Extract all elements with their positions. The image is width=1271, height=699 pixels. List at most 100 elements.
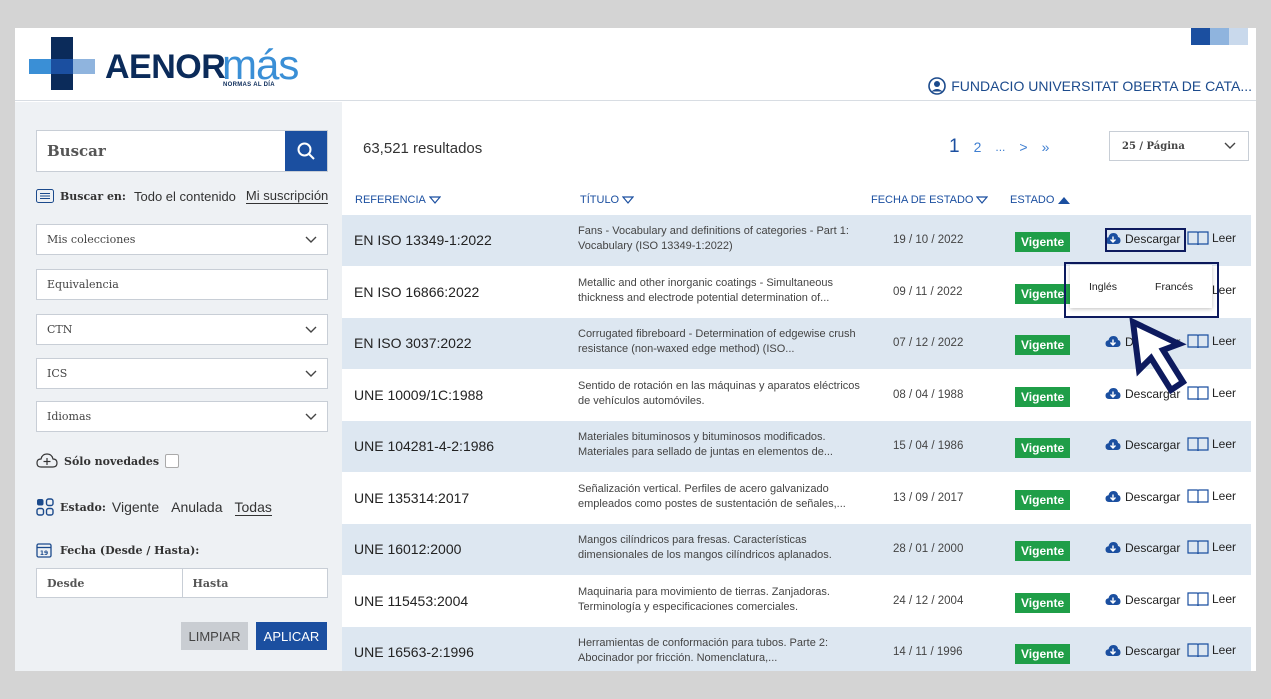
scope-my-subscription[interactable]: Mi suscripción xyxy=(245,188,329,204)
row-title[interactable]: Herramientas de conformación para tubos.… xyxy=(578,636,868,666)
read-label: Leer xyxy=(1212,437,1237,451)
status-option-vigente[interactable]: Vigente xyxy=(112,499,159,515)
sort-down-icon xyxy=(976,196,989,204)
col-title[interactable]: TÍTULO xyxy=(580,194,635,206)
row-date: 07 / 12 / 2022 xyxy=(893,337,964,349)
row-title[interactable]: Maquinaria para movimiento de tierras. Z… xyxy=(578,585,868,615)
select-ics-label: ICS xyxy=(47,367,68,380)
corner-decoration xyxy=(1191,28,1248,45)
row-reference[interactable]: EN ISO 13349-1:2022 xyxy=(354,232,492,248)
row-reference[interactable]: EN ISO 3037:2022 xyxy=(354,335,472,351)
read-button[interactable]: Leer xyxy=(1187,591,1236,607)
header: AENOR más NORMAS AL DÍA FUNDACIO UNIVERS… xyxy=(15,28,1256,101)
row-reference[interactable]: UNE 115453:2004 xyxy=(354,593,468,609)
row-title[interactable]: Metallic and other inorganic coatings - … xyxy=(578,276,868,306)
read-label: Leer xyxy=(1212,591,1237,606)
select-ctn-label: CTN xyxy=(47,323,73,336)
read-button[interactable]: Leer xyxy=(1187,539,1236,555)
download-button[interactable]: Descargar xyxy=(1105,438,1180,452)
download-button[interactable]: Descargar xyxy=(1105,593,1180,607)
row-date: 19 / 10 / 2022 xyxy=(893,234,964,246)
equivalence-label: Equivalencia xyxy=(47,278,119,291)
per-page-select[interactable]: 25 / Página xyxy=(1109,131,1249,161)
row-title[interactable]: Fans - Vocabulary and definitions of cat… xyxy=(578,224,868,254)
row-reference[interactable]: EN ISO 16866:2022 xyxy=(354,284,479,300)
page-1[interactable]: 1 xyxy=(949,136,960,158)
download-label: Descargar xyxy=(1125,541,1181,555)
read-label: Leer xyxy=(1212,540,1237,554)
row-reference[interactable]: UNE 16012:2000 xyxy=(354,541,461,557)
download-label: Descargar xyxy=(1125,592,1181,607)
status-option-anulada[interactable]: Anulada xyxy=(171,499,222,515)
news-only-filter: Sólo novedades xyxy=(36,452,180,470)
apply-button[interactable]: APLICAR xyxy=(256,622,327,650)
status-badge: Vigente xyxy=(1015,232,1071,252)
chevron-down-icon xyxy=(305,413,317,420)
date-to-input[interactable]: Hasta xyxy=(182,568,328,598)
download-button[interactable]: Descargar xyxy=(1105,541,1180,555)
download-button[interactable]: Descargar xyxy=(1105,644,1180,658)
read-button[interactable]: Leer xyxy=(1187,436,1236,452)
select-languages[interactable]: Idiomas xyxy=(36,401,328,432)
last-page-button[interactable]: » xyxy=(1042,139,1050,155)
row-date: 15 / 04 / 1986 xyxy=(893,440,964,452)
row-date: 28 / 01 / 2000 xyxy=(893,543,964,555)
select-ctn[interactable]: CTN xyxy=(36,314,328,345)
logo-suffix: más xyxy=(222,41,299,88)
row-title[interactable]: Corrugated fibreboard - Determination of… xyxy=(578,327,868,357)
table-row: UNE 16012:2000 Mangos cilíndricos para fr… xyxy=(342,524,1251,576)
equivalence-field[interactable]: Equivalencia xyxy=(36,269,328,300)
row-title[interactable]: Materiales bituminosos y bituminosos mod… xyxy=(578,430,868,460)
col-title-label: TÍTULO xyxy=(580,194,620,206)
date-range: Desde Hasta xyxy=(36,568,328,598)
table-row: UNE 16563-2:1996 Herramientas de conforma… xyxy=(342,627,1251,671)
language-option-french[interactable]: Francés xyxy=(1155,281,1193,293)
date-from-input[interactable]: Desde xyxy=(36,568,183,598)
row-date: 24 / 12 / 2004 xyxy=(893,594,964,607)
row-date: 09 / 11 / 2022 xyxy=(893,285,963,298)
row-title[interactable]: Sentido de rotación en las máquinas y ap… xyxy=(578,379,868,409)
read-button[interactable]: Leer xyxy=(1187,642,1236,658)
user-account[interactable]: FUNDACIO UNIVERSITAT OBERTA DE CATA... xyxy=(928,77,1252,95)
row-reference[interactable]: UNE 135314:2017 xyxy=(354,490,469,506)
col-date[interactable]: FECHA DE ESTADO xyxy=(871,194,989,206)
search-input[interactable] xyxy=(37,131,285,171)
download-button[interactable]: Descargar xyxy=(1105,490,1180,504)
logo-brand: AENOR xyxy=(105,48,226,86)
logo-square-mid xyxy=(51,59,73,74)
page-2[interactable]: 2 xyxy=(974,139,982,155)
row-title[interactable]: Mangos cilíndricos para fresas. Caracter… xyxy=(578,533,868,563)
col-status-label: ESTADO xyxy=(1010,194,1055,206)
read-label: Leer xyxy=(1212,385,1237,400)
cloud-plus-icon xyxy=(36,453,58,468)
row-title[interactable]: Señalización vertical. Perfiles de acero… xyxy=(578,482,868,512)
row-reference[interactable]: UNE 16563-2:1996 xyxy=(354,644,474,660)
search-button[interactable] xyxy=(285,131,327,171)
sort-up-icon xyxy=(1058,196,1071,204)
date-filter-label: 19 Fecha (Desde / Hasta): xyxy=(36,542,199,558)
row-reference[interactable]: UNE 10009/1C:1988 xyxy=(354,387,483,403)
language-option-english[interactable]: Inglés xyxy=(1089,281,1117,293)
col-status[interactable]: ESTADO xyxy=(1010,194,1071,206)
select-ics[interactable]: ICS xyxy=(36,358,328,389)
download-icon xyxy=(1105,542,1121,553)
aenor-mas-logo[interactable]: AENOR más NORMAS AL DÍA xyxy=(29,37,299,91)
next-page-button[interactable]: > xyxy=(1019,139,1027,155)
read-button[interactable]: Leer xyxy=(1187,230,1236,246)
scope-all-content[interactable]: Todo el contenido xyxy=(134,189,236,204)
table-header: REFERENCIA TÍTULO FECHA DE ESTADO ESTADO xyxy=(342,191,1256,213)
download-label: Descargar xyxy=(1125,489,1181,504)
select-collections[interactable]: Mis colecciones xyxy=(36,224,328,255)
read-label: Leer xyxy=(1212,643,1237,657)
sort-down-icon xyxy=(622,196,635,204)
status-option-todas[interactable]: Todas xyxy=(234,499,272,516)
read-button[interactable]: Leer xyxy=(1187,488,1236,504)
news-only-checkbox[interactable] xyxy=(165,454,180,468)
row-reference[interactable]: UNE 104281-4-2:1986 xyxy=(354,438,494,454)
page-ellipsis: ... xyxy=(995,140,1006,154)
download-icon xyxy=(1105,645,1121,656)
col-reference[interactable]: REFERENCIA xyxy=(355,194,441,206)
clear-button[interactable]: LIMPIAR xyxy=(181,622,248,650)
download-icon xyxy=(1105,439,1121,450)
download-icon xyxy=(1105,387,1121,399)
